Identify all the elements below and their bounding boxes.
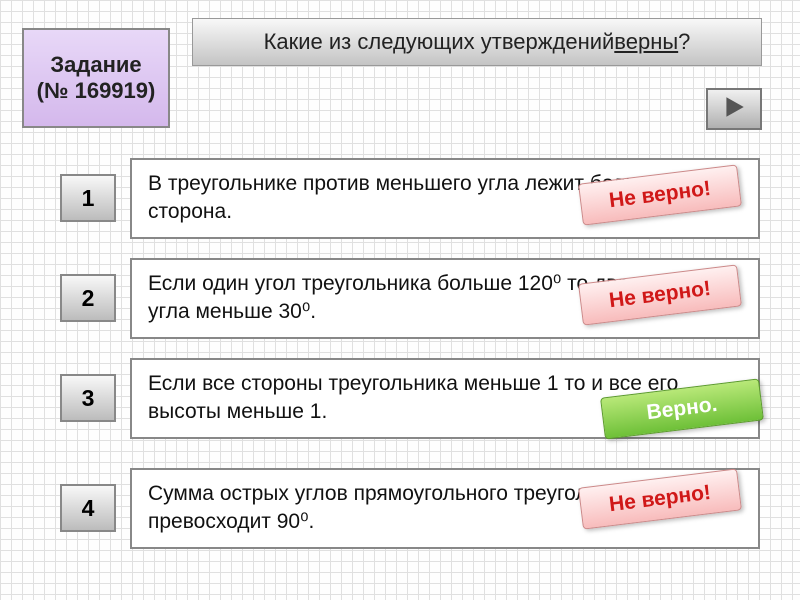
question-emph: верны xyxy=(614,29,678,55)
statement-text: Если один угол треугольника больше 120⁰ … xyxy=(148,272,735,323)
statement-box: Если все стороны треугольника меньше 1 т… xyxy=(130,358,760,439)
statement-box: Сумма острых углов прямоугольного треуго… xyxy=(130,468,760,549)
statement-text: В треугольнике против меньшего угла лежи… xyxy=(148,172,676,223)
question-prefix: Какие из следующих утверждений xyxy=(264,29,615,55)
verdict-text: Верно. xyxy=(645,391,719,428)
option-button-1[interactable]: 1 xyxy=(60,174,116,222)
option-button-2[interactable]: 2 xyxy=(60,274,116,322)
answer-row: 4 Сумма острых углов прямоугольного треу… xyxy=(60,468,760,549)
statement-text: Сумма острых углов прямоугольного треуго… xyxy=(148,482,672,533)
option-number: 4 xyxy=(82,495,95,522)
option-number: 3 xyxy=(82,385,95,412)
statement-box: В треугольнике против меньшего угла лежи… xyxy=(130,158,760,239)
task-number: (№ 169919) xyxy=(37,78,156,104)
answer-row: 1 В треугольнике против меньшего угла ле… xyxy=(60,158,760,239)
task-badge: Задание (№ 169919) xyxy=(22,28,170,128)
answer-row: 2 Если один угол треугольника больше 120… xyxy=(60,258,760,339)
option-number: 2 xyxy=(82,285,95,312)
question-suffix: ? xyxy=(678,29,690,55)
next-button[interactable] xyxy=(706,88,762,130)
option-button-4[interactable]: 4 xyxy=(60,484,116,532)
option-number: 1 xyxy=(82,185,95,212)
play-triangle-icon xyxy=(721,94,747,125)
option-button-3[interactable]: 3 xyxy=(60,374,116,422)
task-title: Задание xyxy=(50,52,141,78)
statement-text: Если все стороны треугольника меньше 1 т… xyxy=(148,372,678,423)
statement-box: Если один угол треугольника больше 120⁰ … xyxy=(130,258,760,339)
question-bar: Какие из следующих утверждений верны ? xyxy=(192,18,762,66)
answer-row: 3 Если все стороны треугольника меньше 1… xyxy=(60,358,760,439)
